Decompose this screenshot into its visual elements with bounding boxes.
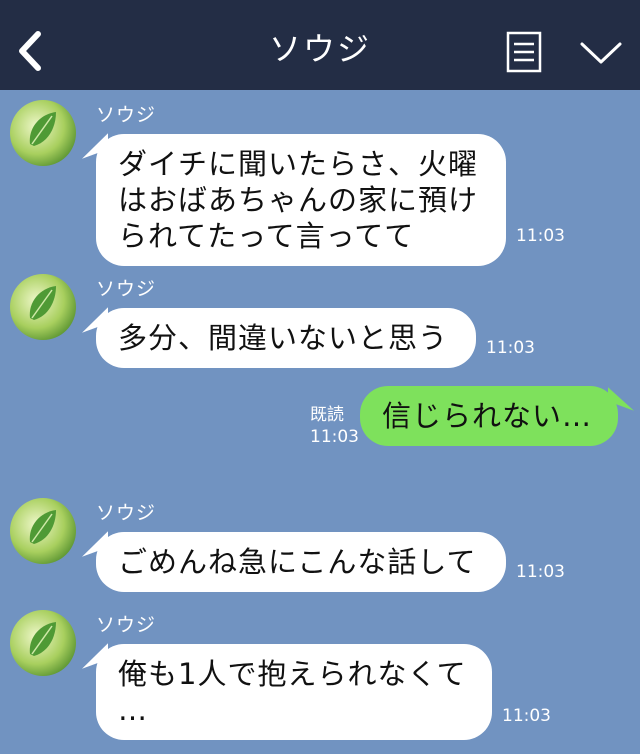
avatar[interactable] (10, 498, 76, 564)
message-bubble-outgoing[interactable]: 信じられない… (360, 386, 618, 446)
leaf-avatar-icon (10, 498, 76, 564)
collapse-button[interactable] (579, 38, 623, 68)
sender-name: ソウジ (96, 614, 157, 636)
collapse-chevron-icon (580, 42, 622, 64)
avatar[interactable] (10, 100, 76, 166)
chat-area[interactable]: ソウジ ダイチに聞いたらさ、火曜 はおばあちゃんの家に預け られてたって言ってて… (0, 90, 640, 754)
chat-title: ソウジ (268, 30, 371, 68)
message-time: 11:03 (516, 562, 565, 582)
message-time: 11:03 (516, 226, 565, 246)
message-bubble[interactable]: ごめんね急にこんな話して (96, 532, 506, 592)
message-bubble[interactable]: 多分、間違いないと思う (96, 308, 476, 368)
leaf-avatar-icon (10, 274, 76, 340)
leaf-avatar-icon (10, 610, 76, 676)
message-time: 11:03 (310, 427, 359, 447)
chat-header: ソウジ (0, 0, 640, 90)
menu-list-icon (506, 31, 542, 73)
message-bubble[interactable]: 俺も1人で抱えられなくて … (96, 644, 492, 740)
avatar[interactable] (10, 274, 76, 340)
sender-name: ソウジ (96, 502, 157, 524)
sender-name: ソウジ (96, 278, 157, 300)
message-time: 11:03 (502, 706, 551, 726)
message-time: 11:03 (486, 338, 535, 358)
sender-name: ソウジ (96, 104, 157, 126)
leaf-avatar-icon (10, 100, 76, 166)
message-bubble[interactable]: ダイチに聞いたらさ、火曜 はおばあちゃんの家に預け られてたって言ってて (96, 134, 506, 266)
avatar[interactable] (10, 610, 76, 676)
read-receipt: 既読 (310, 405, 344, 425)
menu-button[interactable] (506, 31, 542, 73)
